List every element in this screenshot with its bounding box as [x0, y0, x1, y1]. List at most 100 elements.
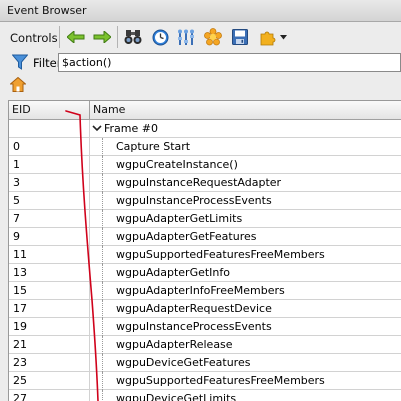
- table-row[interactable]: 19 wgpuInstanceProcessEvents: [9, 318, 401, 336]
- bookmark-button[interactable]: [201, 26, 225, 48]
- plugins-menu-button[interactable]: [256, 26, 292, 48]
- name-cell: Capture Start: [90, 138, 401, 156]
- eid-cell: 0: [9, 138, 90, 156]
- name-cell: wgpuSupportedFeaturesFreeMembers: [90, 372, 401, 390]
- home-bar: [0, 74, 401, 96]
- table-row[interactable]: 7 wgpuAdapterGetLimits: [9, 210, 401, 228]
- event-browser-panel: Controls Filter $action() EID Name Frame…: [0, 22, 401, 401]
- table-row[interactable]: 13 wgpuAdapterGetInfo: [9, 264, 401, 282]
- save-icon: [232, 29, 248, 45]
- column-settings-icon: [178, 29, 194, 45]
- eid-cell: 7: [9, 210, 90, 228]
- forward-button[interactable]: [90, 26, 114, 48]
- name-cell: wgpuAdapterRequestDevice: [90, 300, 401, 318]
- table-row[interactable]: 21 wgpuAdapterRelease: [9, 336, 401, 354]
- event-name: Capture Start: [116, 140, 191, 153]
- table-row[interactable]: 11 wgpuSupportedFeaturesFreeMembers: [9, 246, 401, 264]
- filter-input[interactable]: [58, 53, 401, 72]
- timeline-button[interactable]: [148, 26, 172, 48]
- table-row[interactable]: 23 wgpuDeviceGetFeatures: [9, 354, 401, 372]
- funnel-icon: [12, 54, 28, 70]
- table-row[interactable]: 17 wgpuAdapterRequestDevice: [9, 300, 401, 318]
- tree-guide-line: [102, 138, 103, 156]
- table-header: EID Name: [9, 101, 401, 120]
- event-name: wgpuInstanceProcessEvents: [116, 320, 272, 333]
- arrow-right-icon: [93, 31, 111, 43]
- event-name: wgpuAdapterGetLimits: [116, 212, 243, 225]
- eid-cell: 1: [9, 156, 90, 174]
- table-row[interactable]: 3 wgpuInstanceRequestAdapter: [9, 174, 401, 192]
- table-row[interactable]: 27 wgpuDeviceGetLimits: [9, 390, 401, 401]
- tree-guide-line: [102, 354, 103, 372]
- save-button[interactable]: [228, 26, 252, 48]
- name-cell: wgpuCreateInstance(): [90, 156, 401, 174]
- window-title: Event Browser: [7, 4, 87, 17]
- event-tree: EID Name Frame #0 0 Capture Start 1 wgpuCrea…: [8, 100, 401, 401]
- name-cell: wgpuDeviceGetFeatures: [90, 354, 401, 372]
- eid-cell: 13: [9, 264, 90, 282]
- event-name: wgpuAdapterGetFeatures: [116, 230, 257, 243]
- name-cell: wgpuInstanceRequestAdapter: [90, 174, 401, 192]
- table-row[interactable]: 15 wgpuAdapterInfoFreeMembers: [9, 282, 401, 300]
- name-cell: wgpuAdapterGetInfo: [90, 264, 401, 282]
- chevron-down-icon[interactable]: [91, 121, 103, 135]
- tree-guide-line: [102, 228, 103, 246]
- eid-cell: 11: [9, 246, 90, 264]
- tree-guide-line: [102, 174, 103, 192]
- arrow-left-icon: [67, 31, 85, 43]
- frame-row[interactable]: Frame #0: [9, 120, 401, 138]
- eid-cell: 5: [9, 192, 90, 210]
- eid-cell: 21: [9, 336, 90, 354]
- name-cell: wgpuDeviceGetLimits: [90, 390, 401, 401]
- name-cell: wgpuAdapterGetFeatures: [90, 228, 401, 246]
- chevron-down-icon: [280, 34, 287, 39]
- plugin-icon: [260, 31, 276, 45]
- back-button[interactable]: [64, 26, 88, 48]
- tree-guide-line: [102, 372, 103, 390]
- home-icon: [9, 76, 27, 92]
- tree-guide-line: [102, 210, 103, 228]
- controls-label: Controls: [10, 31, 58, 45]
- eid-cell: 9: [9, 228, 90, 246]
- eid-cell: 23: [9, 354, 90, 372]
- filter-bar: Filter: [0, 52, 401, 74]
- table-row[interactable]: 25 wgpuSupportedFeaturesFreeMembers: [9, 372, 401, 390]
- home-button[interactable]: [9, 76, 27, 95]
- event-name: wgpuInstanceProcessEvents: [116, 194, 272, 207]
- tree-guide-line: [102, 192, 103, 210]
- tree-guide-line: [102, 336, 103, 354]
- toolbar-separator: [59, 26, 60, 48]
- eid-cell: 17: [9, 300, 90, 318]
- name-cell: wgpuInstanceProcessEvents: [90, 318, 401, 336]
- toolbar-separator: [117, 26, 118, 48]
- name-cell: wgpuAdapterRelease: [90, 336, 401, 354]
- tree-guide-line: [102, 246, 103, 264]
- title-bar: Event Browser: [0, 0, 401, 22]
- event-name: wgpuAdapterRequestDevice: [116, 302, 272, 315]
- eid-cell: 27: [9, 390, 90, 401]
- event-name: wgpuInstanceRequestAdapter: [116, 176, 282, 189]
- column-settings-button[interactable]: [174, 26, 198, 48]
- column-header-eid[interactable]: EID: [9, 101, 90, 120]
- name-cell: wgpuAdapterInfoFreeMembers: [90, 282, 401, 300]
- table-row[interactable]: 0 Capture Start: [9, 138, 401, 156]
- event-name: wgpuSupportedFeaturesFreeMembers: [116, 248, 325, 261]
- tree-guide-line: [102, 390, 103, 401]
- column-header-name[interactable]: Name: [90, 101, 401, 120]
- frame-label: Frame #0: [104, 122, 158, 135]
- clock-icon: [152, 29, 168, 45]
- find-button[interactable]: [121, 26, 145, 48]
- table-row[interactable]: 9 wgpuAdapterGetFeatures: [9, 228, 401, 246]
- eid-cell: 15: [9, 282, 90, 300]
- eid-cell: 19: [9, 318, 90, 336]
- tree-guide-line: [102, 318, 103, 336]
- event-name: wgpuAdapterGetInfo: [116, 266, 230, 279]
- table-row[interactable]: 1 wgpuCreateInstance(): [9, 156, 401, 174]
- event-name: wgpuAdapterRelease: [116, 338, 233, 351]
- event-name: wgpuDeviceGetLimits: [116, 392, 237, 401]
- name-cell: wgpuSupportedFeaturesFreeMembers: [90, 246, 401, 264]
- name-cell: wgpuAdapterGetLimits: [90, 210, 401, 228]
- frame-name-cell: Frame #0: [90, 120, 401, 138]
- tree-guide-line: [102, 264, 103, 282]
- table-row[interactable]: 5 wgpuInstanceProcessEvents: [9, 192, 401, 210]
